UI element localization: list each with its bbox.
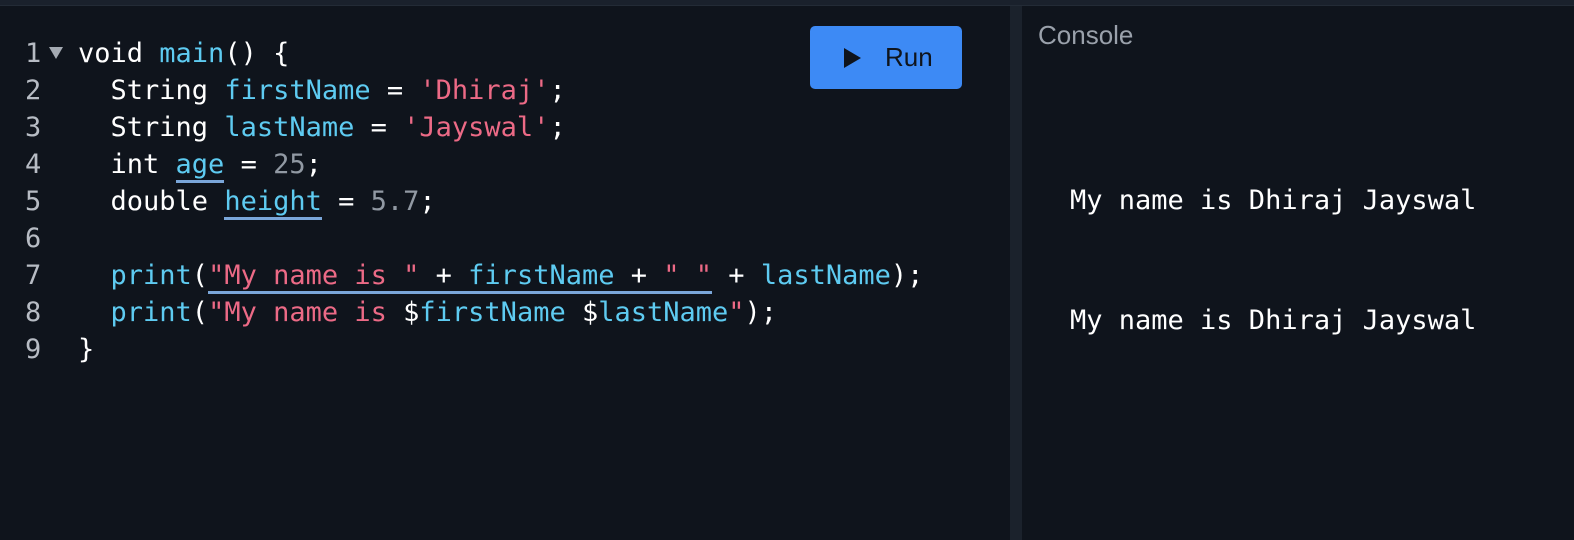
line-number: 5 <box>25 186 42 217</box>
console-output: My name is Dhiraj Jayswal My name is Dhi… <box>1070 101 1476 421</box>
code-token: firstName <box>419 297 566 328</box>
code-token: ; <box>549 75 566 106</box>
run-button[interactable]: Run <box>810 26 962 89</box>
code-token: height <box>224 186 322 220</box>
code-text: int age = 25; <box>78 146 322 183</box>
code-token: } <box>78 334 95 365</box>
code-token: double <box>78 186 225 217</box>
code-text: double height = 5.7; <box>78 183 436 220</box>
play-icon <box>844 47 861 68</box>
code-token: = <box>354 112 404 143</box>
code-token: + <box>712 260 761 291</box>
code-token: print <box>78 297 192 328</box>
panel-divider[interactable] <box>1010 6 1022 540</box>
line-number: 1 <box>25 38 42 69</box>
line-number: 6 <box>25 223 42 254</box>
code-token: + <box>614 260 664 294</box>
code-text: void main() { <box>78 35 289 72</box>
code-token: firstName <box>468 260 615 294</box>
code-token: 'Dhiraj' <box>419 75 550 106</box>
code-token: void <box>78 38 160 69</box>
line-number: 2 <box>25 75 42 106</box>
code-token: lastName <box>598 297 729 328</box>
code-text: print("My name is " + firstName + " " + … <box>78 257 923 294</box>
code-token: age <box>175 149 225 183</box>
code-token: lastName <box>760 260 891 291</box>
code-token: $ <box>403 297 420 328</box>
line-number: 4 <box>25 149 42 180</box>
code-token: ( <box>191 260 209 291</box>
line-number: 9 <box>25 334 42 365</box>
code-text: String lastName = 'Jayswal'; <box>78 109 566 146</box>
code-token: + <box>419 260 469 294</box>
code-token: ( <box>191 297 209 328</box>
code-token: lastName <box>224 112 355 143</box>
console-title: Console <box>1038 20 1134 50</box>
console-panel: Console My name is Dhiraj Jayswal My nam… <box>1022 6 1574 540</box>
code-token: main <box>159 38 225 69</box>
code-token: 25 <box>273 149 306 180</box>
code-token: = <box>224 149 274 180</box>
code-editor[interactable]: 1 void main() { 2 String firstName = 'Dhir… <box>0 6 1010 540</box>
code-token: ); <box>890 260 924 291</box>
code-token: = <box>321 186 371 217</box>
code-token: " " <box>663 260 713 294</box>
fold-arrow-icon[interactable] <box>49 47 63 59</box>
code-token: ; <box>419 186 436 217</box>
code-token: = <box>370 75 420 106</box>
code-token: ; <box>305 149 322 180</box>
code-token: () { <box>224 38 290 69</box>
code-token: "My name is <box>208 297 404 328</box>
code-token: String <box>78 112 225 143</box>
code-text: } <box>78 331 94 368</box>
code-token: 'Jayswal' <box>403 112 550 143</box>
line-number: 8 <box>25 297 42 328</box>
code-token: firstName <box>224 75 371 106</box>
code-token: ; <box>549 112 566 143</box>
code-token: $ <box>565 297 599 328</box>
code-text: print("My name is $firstName $lastName")… <box>78 294 778 331</box>
code-token: " <box>728 297 745 328</box>
code-token: int <box>78 149 176 180</box>
code-token: "My name is " <box>208 260 420 294</box>
line-number: 3 <box>25 112 42 143</box>
code-token: 5.7 <box>370 186 420 217</box>
code-token: print <box>78 260 192 291</box>
code-text: String firstName = 'Dhiraj'; <box>78 72 566 109</box>
run-button-label: Run <box>885 42 933 72</box>
code-token: ); <box>744 297 778 328</box>
console-output-line: My name is Dhiraj Jayswal <box>1070 185 1477 216</box>
code-token: String <box>78 75 225 106</box>
console-output-line: My name is Dhiraj Jayswal <box>1070 305 1477 336</box>
line-number: 7 <box>25 260 42 291</box>
